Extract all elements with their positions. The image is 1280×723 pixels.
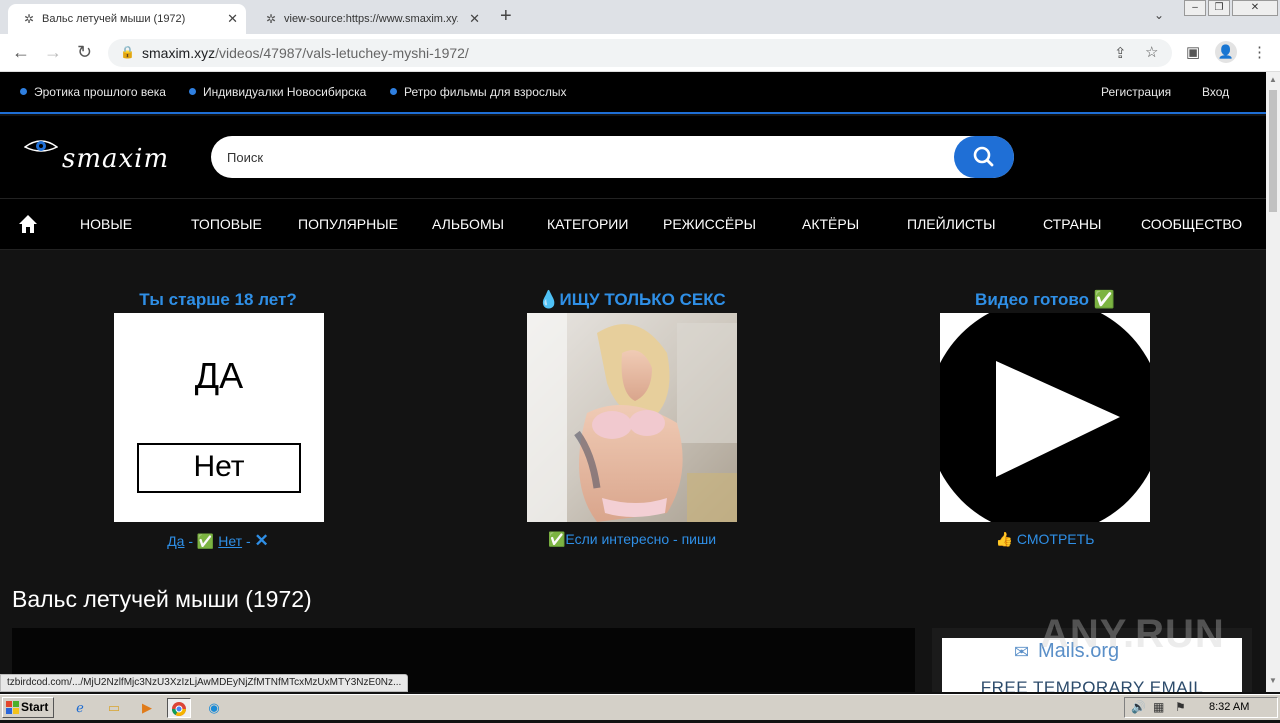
nav-categories[interactable]: КАТЕГОРИИ [547, 216, 628, 232]
top-link-retro[interactable]: Ретро фильмы для взрослых [390, 85, 567, 99]
start-label: Start [21, 700, 49, 714]
bookmark-star-icon[interactable]: ☆ [1145, 43, 1158, 61]
address-bar[interactable]: 🔒 smaxim.xyz/videos/47987/vals-letuchey-… [108, 39, 1172, 67]
restore-button[interactable]: ❐ [1208, 0, 1230, 16]
ie-icon[interactable]: ℯ [68, 698, 92, 718]
top-link-erotica[interactable]: Эротика прошлого века [20, 85, 166, 99]
nav-new[interactable]: НОВЫЕ [80, 216, 132, 232]
tab-view-source[interactable]: ✲ view-source:https://www.smaxim.xyz ✕ [250, 4, 488, 34]
close-tab-icon[interactable]: ✕ [227, 11, 238, 27]
nav-top[interactable]: ТОПОВЫЕ [191, 216, 262, 232]
lock-icon[interactable]: 🔒 [120, 45, 135, 59]
tab-title: view-source:https://www.smaxim.xyz [284, 13, 458, 25]
promo-age-banner[interactable]: ДА Нет [114, 313, 324, 522]
network-icon[interactable]: ▦ [1153, 700, 1164, 714]
site-favicon-icon: ✲ [23, 12, 35, 26]
clock[interactable]: 8:32 AM [1209, 701, 1249, 713]
login-link[interactable]: Вход [1202, 85, 1229, 99]
close-window-button[interactable]: ✕ [1232, 0, 1278, 16]
close-tab-icon[interactable]: ✕ [469, 11, 480, 27]
site-header: smaxim [0, 116, 1266, 198]
web-page: Эротика прошлого века Индивидуалки Новос… [0, 72, 1266, 692]
back-arrow-icon[interactable]: ← [12, 42, 30, 63]
nav-actors[interactable]: АКТЁРЫ [802, 216, 859, 232]
minimize-button[interactable]: – [1184, 0, 1206, 16]
promo-photo [527, 313, 737, 522]
search-button[interactable] [954, 136, 1014, 178]
register-link[interactable]: Регистрация [1101, 85, 1171, 99]
nav-albums[interactable]: АЛЬБОМЫ [432, 216, 504, 232]
no-link[interactable]: Нет [218, 533, 242, 549]
promo-dating-title[interactable]: 💧ИЩУ ТОЛЬКО СЕКС [522, 290, 742, 310]
tab-search-chevron-icon[interactable]: ⌄ [1154, 8, 1164, 22]
site-favicon-icon: ✲ [265, 12, 277, 26]
profile-avatar-icon[interactable]: 👤 [1215, 41, 1237, 63]
close-x-icon[interactable]: ✕ [255, 531, 269, 550]
system-tray: 🔊 ▦ ⚑ 8:32 AM [1124, 697, 1278, 718]
envelope-icon: ✉ [1014, 642, 1030, 662]
main-nav: НОВЫЕ ТОПОВЫЕ ПОПУЛЯРНЫЕ АЛЬБОМЫ КАТЕГОР… [0, 198, 1266, 250]
logo-eye-icon[interactable] [24, 138, 58, 156]
promo-video-caption[interactable]: 👍 СМОТРЕТЬ [935, 531, 1155, 548]
share-icon[interactable]: ⇪ [1114, 44, 1127, 62]
video-title: Вальс летучей мыши (1972) [12, 586, 312, 612]
scroll-down-arrow-icon[interactable]: ▼ [1269, 676, 1277, 685]
url-text: smaxim.xyz/videos/47987/vals-letuchey-my… [142, 45, 469, 61]
scrollbar-thumb[interactable] [1269, 90, 1277, 212]
tab-active[interactable]: ✲ Вальс летучей мыши (1972) ✕ [8, 4, 246, 34]
promo-dating-image[interactable] [527, 313, 737, 522]
edge-icon[interactable]: ◉ [202, 698, 226, 718]
tab-strip: ✲ Вальс летучей мыши (1972) ✕ ✲ view-sou… [0, 0, 1280, 34]
flag-icon[interactable]: ⚑ [1175, 700, 1186, 714]
site-logo[interactable]: smaxim [62, 144, 169, 174]
forward-arrow-icon[interactable]: → [44, 42, 62, 63]
search-box [211, 136, 1014, 178]
top-link-novosibirsk[interactable]: Индивидуалки Новосибирска [189, 85, 366, 99]
side-ad-text: FREE TEMPORARY EMAIL [980, 678, 1204, 692]
home-icon[interactable] [17, 213, 39, 235]
folder-icon[interactable]: ▭ [102, 698, 126, 718]
yes-label[interactable]: ДА [114, 355, 324, 397]
windows-taskbar: Start ℯ ▭ ▶ ◉ 🔊 ▦ ⚑ 8:32 AM [0, 694, 1280, 720]
yes-link[interactable]: Да [167, 533, 184, 549]
link-status-bar: tzbirdcod.com/.../MjU2NzlfMjc3NzU3XzIzLj… [0, 674, 409, 692]
windows-logo-icon [6, 701, 19, 714]
nav-community[interactable]: СООБЩЕСТВО [1141, 216, 1242, 232]
play-icon [927, 299, 1163, 535]
top-links-bar: Эротика прошлого века Индивидуалки Новос… [0, 72, 1266, 114]
no-button[interactable]: Нет [137, 443, 301, 493]
scroll-up-arrow-icon[interactable]: ▲ [1269, 75, 1277, 84]
nav-popular[interactable]: ПОПУЛЯРНЫЕ [298, 216, 398, 232]
tab-title: Вальс летучей мыши (1972) [42, 13, 186, 25]
promo-dating-caption[interactable]: ✅Если интересно - пиши [522, 531, 742, 548]
promo-video-banner[interactable] [927, 299, 1163, 535]
media-player-icon[interactable]: ▶ [135, 698, 159, 718]
page-scrollbar[interactable]: ▲ ▼ [1266, 72, 1280, 692]
reload-icon[interactable]: ↻ [77, 42, 92, 63]
volume-icon[interactable]: 🔊 [1131, 700, 1146, 714]
search-icon [973, 146, 994, 167]
browser-toolbar: ← → ↻ 🔒 smaxim.xyz/videos/47987/vals-let… [0, 34, 1280, 72]
promo-age-caption: Да - ✅ Нет - ✕ [167, 531, 269, 550]
search-input[interactable] [227, 147, 947, 167]
promo-age-title[interactable]: Ты старше 18 лет? [108, 290, 328, 310]
start-button[interactable]: Start [2, 697, 54, 718]
menu-kebab-icon[interactable]: ⋮ [1252, 43, 1267, 61]
side-panel-icon[interactable]: ▣ [1186, 43, 1200, 61]
nav-directors[interactable]: РЕЖИССЁРЫ [663, 216, 756, 232]
new-tab-button[interactable]: + [500, 5, 512, 28]
chrome-icon[interactable] [167, 698, 191, 718]
anyrun-watermark: ANY.RUN [1040, 612, 1225, 656]
nav-countries[interactable]: СТРАНЫ [1043, 216, 1101, 232]
nav-playlists[interactable]: ПЛЕЙЛИСТЫ [907, 216, 996, 232]
promo-video-title[interactable]: Видео готово ✅ [935, 290, 1155, 310]
